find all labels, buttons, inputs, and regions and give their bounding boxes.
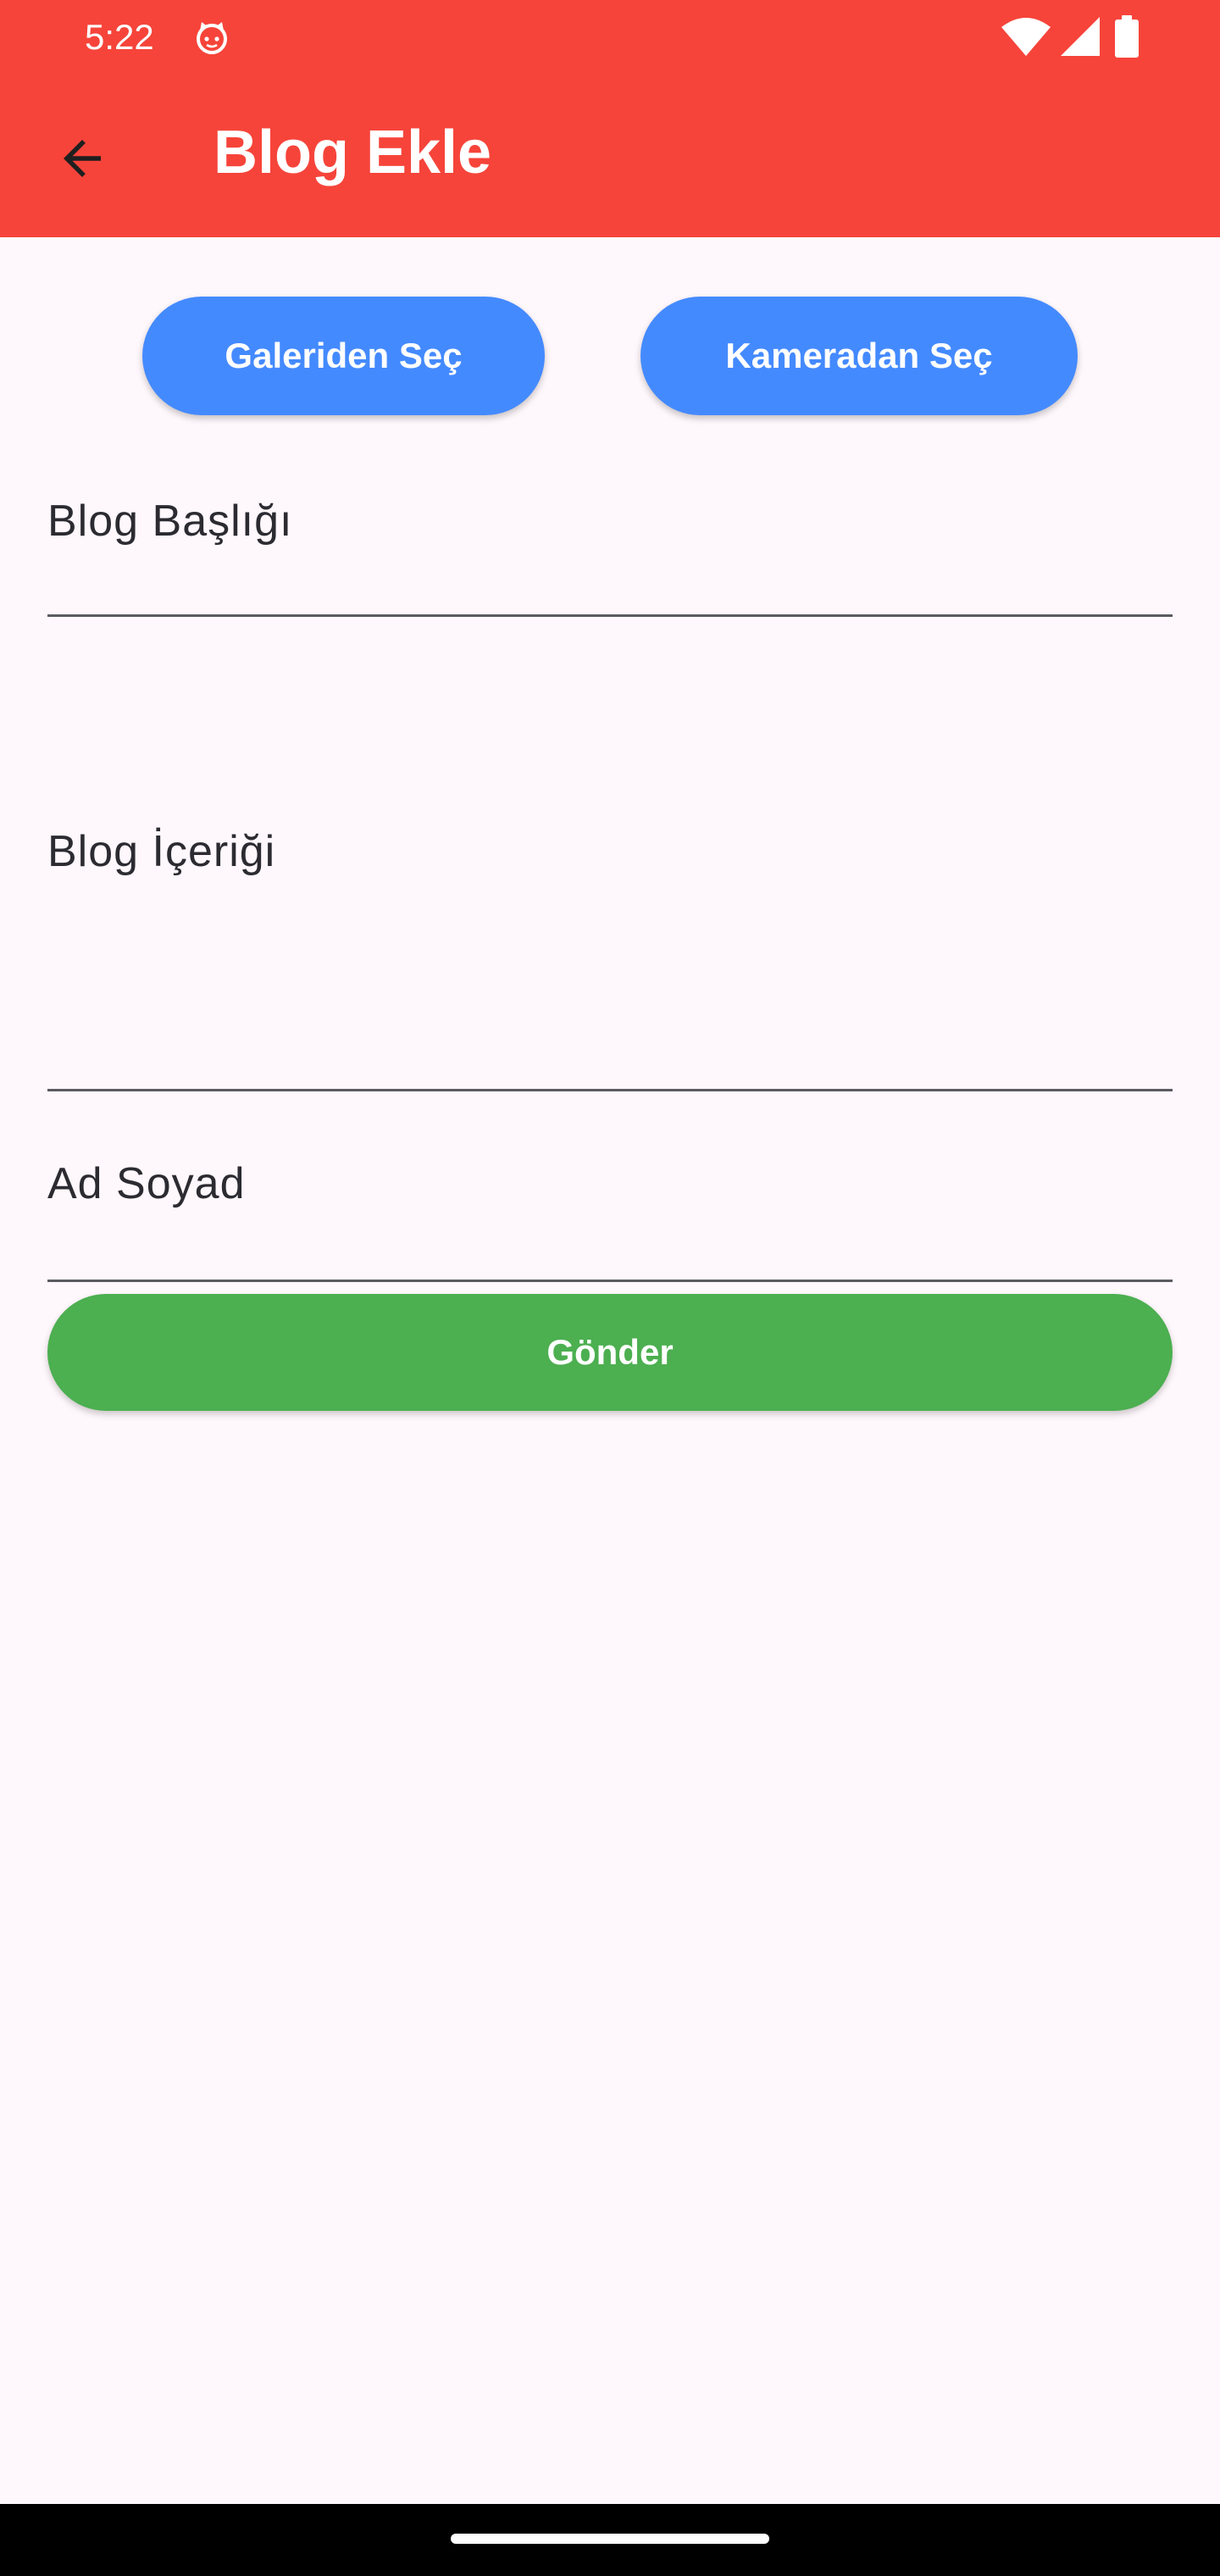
- cat-face-icon: [197, 22, 227, 54]
- blog-title-label: Blog Başlığı: [47, 497, 293, 546]
- blog-content-field[interactable]: Blog İçeriği: [47, 805, 1173, 1091]
- arrow-back-icon: [64, 140, 101, 177]
- status-icons: [1001, 15, 1179, 58]
- author-name-label: Ad Soyad: [47, 1159, 246, 1208]
- gallery-select-button[interactable]: Galeriden Seç: [142, 297, 545, 415]
- wifi-icon: [1001, 18, 1051, 56]
- camera-select-button[interactable]: Kameradan Seç: [640, 297, 1078, 415]
- home-indicator[interactable]: [451, 2534, 769, 2544]
- signal-icon: [1061, 17, 1100, 56]
- blog-content-label: Blog İçeriği: [47, 827, 276, 876]
- back-button[interactable]: [42, 119, 122, 198]
- status-time: 5:22: [85, 17, 154, 57]
- battery-icon: [1115, 15, 1139, 58]
- system-nav-bar: [0, 2504, 1220, 2576]
- blog-title-field[interactable]: Blog Başlığı: [47, 475, 1173, 617]
- author-name-field[interactable]: Ad Soyad: [47, 1135, 1173, 1282]
- page-title: Blog Ekle: [214, 119, 492, 186]
- app-bar: 5:22 Blog Ekle: [0, 0, 1220, 237]
- submit-button[interactable]: Gönder: [47, 1294, 1173, 1411]
